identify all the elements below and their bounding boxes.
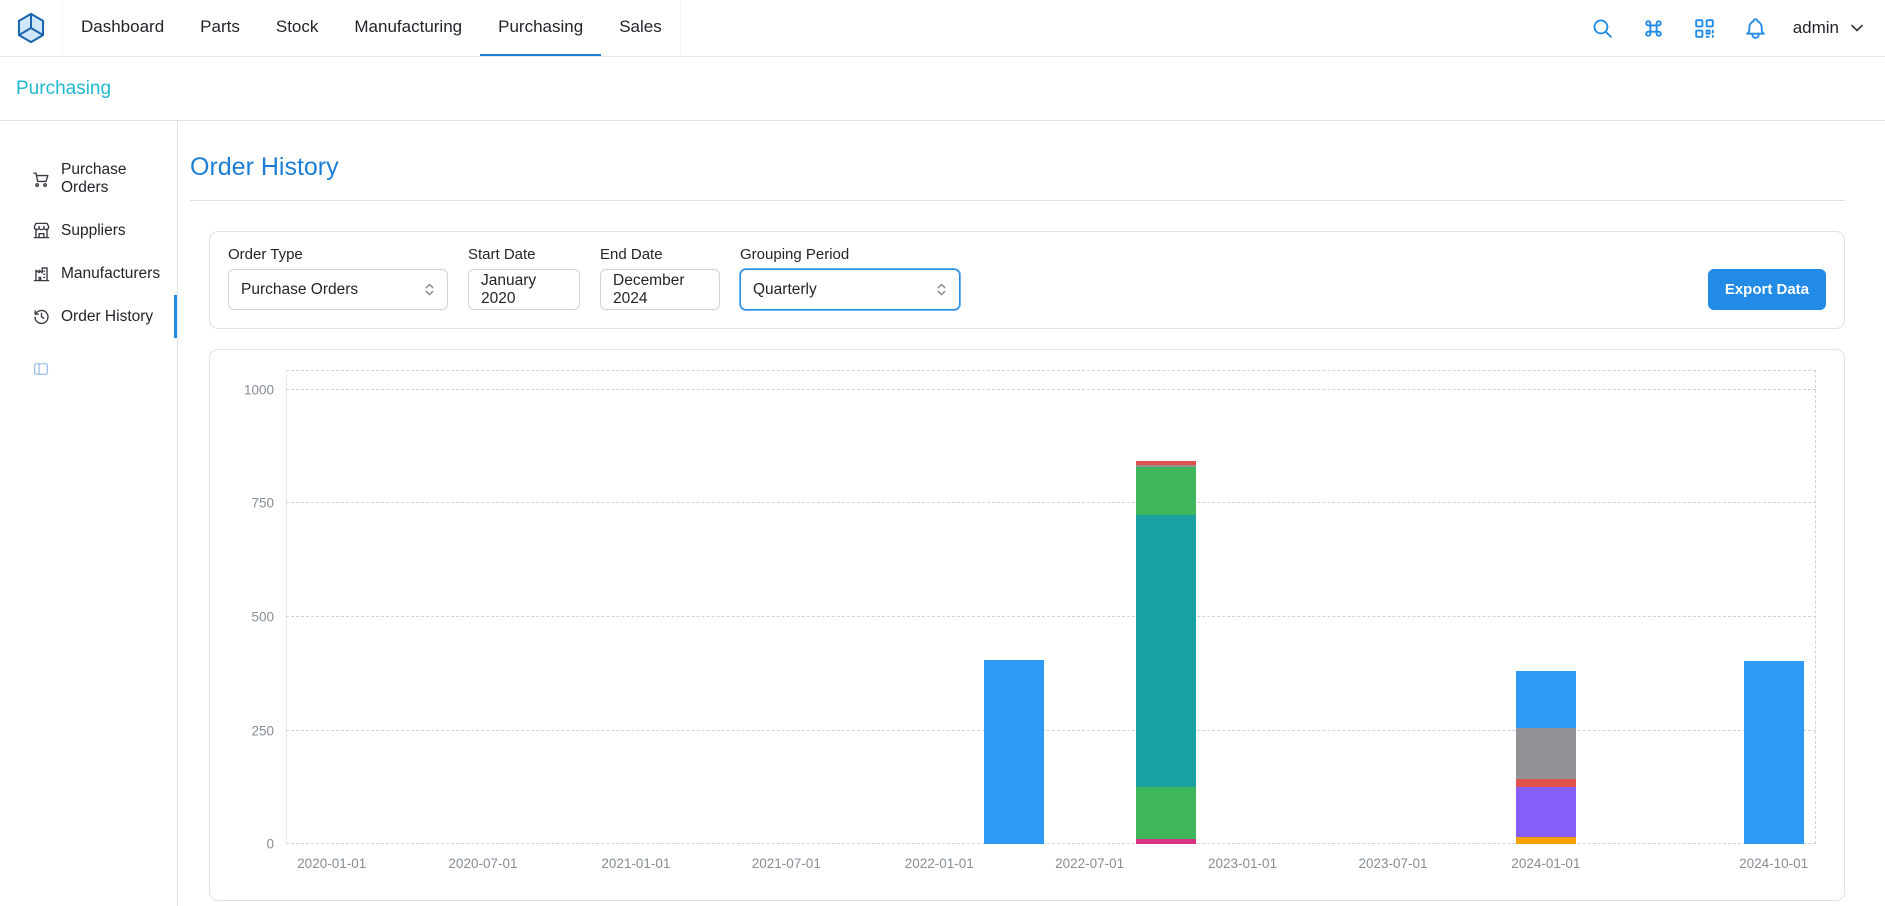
bar-segment[interactable] xyxy=(1136,467,1196,515)
stacked-bar-2022-10-01[interactable] xyxy=(1136,370,1196,844)
barcode-scan-icon[interactable] xyxy=(1691,15,1718,42)
stacked-bar-2024-01-01[interactable] xyxy=(1516,370,1576,844)
start-date-value: January 2020 xyxy=(481,272,567,308)
start-date-label: Start Date xyxy=(468,246,580,263)
gridline-y-0 xyxy=(286,843,1816,844)
bar-segment[interactable] xyxy=(1136,515,1196,787)
sidebar: Purchase Orders Suppliers Manufacturers … xyxy=(0,121,178,906)
breadcrumb-purchasing-link[interactable]: Purchasing xyxy=(16,78,111,100)
filter-start-date: Start Date January 2020 xyxy=(468,246,580,310)
storefront-icon xyxy=(32,221,51,240)
inventree-logo-icon[interactable] xyxy=(14,11,48,45)
sidebar-collapse-icon[interactable] xyxy=(32,360,50,378)
x-axis-tick-label: 2021-01-01 xyxy=(601,856,670,871)
bar-segment[interactable] xyxy=(1516,787,1576,837)
end-date-input[interactable]: December 2024 xyxy=(600,269,720,310)
grouping-period-select[interactable]: Quarterly xyxy=(740,269,960,310)
sidebar-item-suppliers[interactable]: Suppliers xyxy=(0,209,177,252)
content-layout: Purchase Orders Suppliers Manufacturers … xyxy=(0,121,1885,906)
nav-tab-purchasing[interactable]: Purchasing xyxy=(480,0,601,56)
sidebar-item-order-history[interactable]: Order History xyxy=(0,295,177,338)
end-date-label: End Date xyxy=(600,246,720,263)
y-axis-tick-label: 0 xyxy=(266,837,274,852)
user-menu[interactable]: admin xyxy=(1793,18,1867,38)
select-caret-icon xyxy=(933,281,950,298)
sidebar-item-label: Suppliers xyxy=(61,222,126,240)
grouping-period-label: Grouping Period xyxy=(740,246,960,263)
chart-panel: 0 250 500 750 1000 2020-01-01 2020-07-01 2021-0… xyxy=(209,349,1845,901)
bar-segment[interactable] xyxy=(1516,779,1576,787)
gridline-y-1000 xyxy=(286,389,1816,390)
x-axis-tick-label: 2022-07-01 xyxy=(1055,856,1124,871)
bar-segment[interactable] xyxy=(1516,671,1576,729)
y-axis-tick-label: 250 xyxy=(251,723,274,738)
filter-panel: Order Type Purchase Orders Start Date Ja… xyxy=(209,231,1845,329)
username: admin xyxy=(1793,18,1839,38)
stacked-bar-2024-10-01[interactable] xyxy=(1744,370,1804,844)
sidebar-item-purchase-orders[interactable]: Purchase Orders xyxy=(0,149,177,209)
sidebar-item-label: Order History xyxy=(61,308,153,326)
nav-tab-stock[interactable]: Stock xyxy=(258,0,337,56)
filter-grouping-period: Grouping Period Quarterly xyxy=(740,246,960,310)
x-axis-tick-label: 2021-07-01 xyxy=(752,856,821,871)
main-content: Order History Order Type Purchase Orders… xyxy=(178,121,1885,906)
end-date-value: December 2024 xyxy=(613,272,707,308)
order-type-label: Order Type xyxy=(228,246,448,263)
factory-icon xyxy=(32,264,51,283)
x-axis-tick-label: 2024-10-01 xyxy=(1739,856,1808,871)
filter-order-type: Order Type Purchase Orders xyxy=(228,246,448,310)
grouping-period-value: Quarterly xyxy=(753,281,817,299)
bar-segment[interactable] xyxy=(1516,728,1576,779)
nav-tab-parts[interactable]: Parts xyxy=(182,0,258,56)
main-nav-tabs: Dashboard Parts Stock Manufacturing Purc… xyxy=(62,0,681,56)
order-type-select[interactable]: Purchase Orders xyxy=(228,269,448,310)
export-data-button[interactable]: Export Data xyxy=(1708,269,1826,310)
x-axis-tick-label: 2023-07-01 xyxy=(1358,856,1427,871)
notifications-bell-icon[interactable] xyxy=(1742,15,1769,42)
gridline-y-750 xyxy=(286,502,1816,503)
bar-segment[interactable] xyxy=(1516,837,1576,844)
order-type-value: Purchase Orders xyxy=(241,281,358,299)
search-icon[interactable] xyxy=(1589,15,1616,42)
chart-plot: 025050075010002020-01-012020-07-012021-0… xyxy=(286,370,1816,844)
x-axis-tick-label: 2023-01-01 xyxy=(1208,856,1277,871)
stacked-bar-2022-04-01[interactable] xyxy=(984,370,1044,844)
y-axis-tick-label: 750 xyxy=(251,496,274,511)
x-axis-tick-label: 2024-01-01 xyxy=(1511,856,1580,871)
navbar-actions: admin xyxy=(1589,15,1867,42)
x-axis-tick-label: 2020-01-01 xyxy=(297,856,366,871)
y-axis-tick-label: 1000 xyxy=(244,382,274,397)
start-date-input[interactable]: January 2020 xyxy=(468,269,580,310)
bar-segment[interactable] xyxy=(984,660,1044,844)
nav-tab-dashboard[interactable]: Dashboard xyxy=(63,0,182,56)
top-navbar: Dashboard Parts Stock Manufacturing Purc… xyxy=(0,0,1885,57)
breadcrumb: Purchasing xyxy=(0,57,1885,121)
x-axis-tick-label: 2022-01-01 xyxy=(905,856,974,871)
page-title: Order History xyxy=(190,153,1845,182)
nav-tab-sales[interactable]: Sales xyxy=(601,0,680,56)
nav-tab-manufacturing[interactable]: Manufacturing xyxy=(336,0,480,56)
bar-segment[interactable] xyxy=(1744,661,1804,844)
filter-end-date: End Date December 2024 xyxy=(600,246,720,310)
y-axis-tick-label: 500 xyxy=(251,610,274,625)
history-icon xyxy=(32,307,51,326)
chevron-down-icon xyxy=(1847,18,1867,38)
bar-segment[interactable] xyxy=(1136,839,1196,844)
sidebar-item-label: Purchase Orders xyxy=(61,161,171,197)
bar-segment[interactable] xyxy=(1136,787,1196,838)
sidebar-item-manufacturers[interactable]: Manufacturers xyxy=(0,252,177,295)
gridline-y-500 xyxy=(286,616,1816,617)
title-divider xyxy=(190,200,1845,201)
command-palette-icon[interactable] xyxy=(1640,15,1667,42)
sidebar-item-label: Manufacturers xyxy=(61,265,160,283)
gridline-y-250 xyxy=(286,730,1816,731)
shopping-cart-icon xyxy=(32,170,51,189)
select-caret-icon xyxy=(421,281,438,298)
x-axis-tick-label: 2020-07-01 xyxy=(448,856,517,871)
